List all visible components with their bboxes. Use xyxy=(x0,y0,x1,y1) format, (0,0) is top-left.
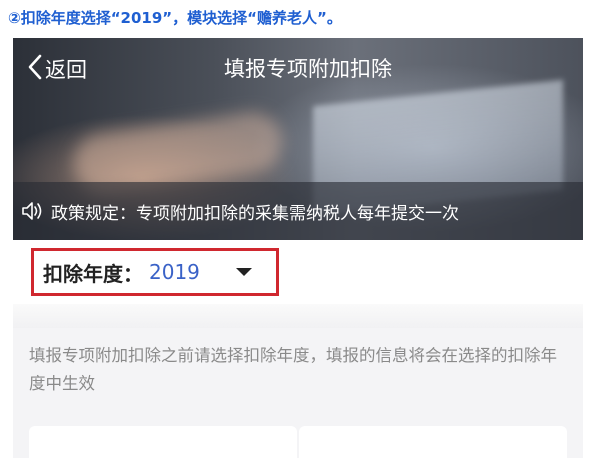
module-card[interactable] xyxy=(29,426,297,466)
deduction-year-row: 扣除年度： 2019 xyxy=(13,242,583,304)
policy-notice-text: 政策规定：专项附加扣除的采集需纳税人每年提交一次 xyxy=(51,203,459,224)
header-banner: 返回 填报专项附加扣除 政策规定：专项附加扣除的采集需纳税人每年提交一次 xyxy=(13,38,583,240)
dropdown-caret-icon xyxy=(235,268,252,276)
page-title: 填报专项附加扣除 xyxy=(224,57,392,81)
info-text: 填报专项附加扣除之前请选择扣除年度，填报的信息将会在选择的扣除年度中生效 xyxy=(29,346,557,393)
deduction-year-select[interactable]: 扣除年度： 2019 xyxy=(31,248,279,296)
deduction-year-value: 2019 xyxy=(149,260,200,284)
speaker-icon xyxy=(21,200,45,222)
deduction-year-label: 扣除年度： xyxy=(43,261,143,286)
info-card: 填报专项附加扣除之前请选择扣除年度，填报的信息将会在选择的扣除年度中生效 xyxy=(13,328,583,412)
module-area xyxy=(13,412,583,466)
module-card[interactable] xyxy=(299,426,567,466)
instruction-caption: ②扣除年度选择“2019”，模块选择“赡养老人”。 xyxy=(8,9,342,27)
section-divider xyxy=(13,304,583,328)
policy-notice-bar: 政策规定：专项附加扣除的采集需纳税人每年提交一次 xyxy=(13,182,583,240)
nav-bar: 返回 填报专项附加扣除 xyxy=(13,38,583,100)
